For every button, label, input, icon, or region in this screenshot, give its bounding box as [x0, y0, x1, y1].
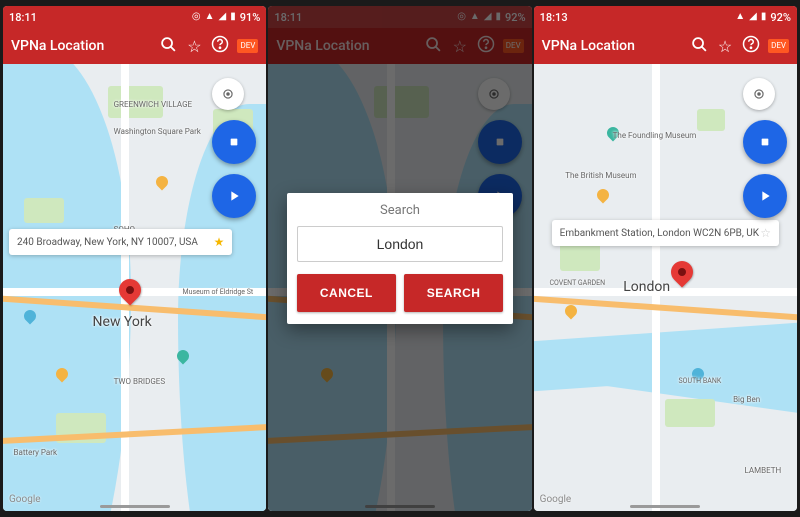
- signal-icon: ◢: [749, 12, 757, 22]
- battery-icon: ▮: [761, 12, 767, 22]
- app-title: VPNa Location: [542, 38, 686, 54]
- stop-button[interactable]: [743, 120, 787, 164]
- status-battery: 92%: [770, 11, 791, 24]
- cancel-button[interactable]: CANCEL: [297, 274, 396, 312]
- map-label: The Foundling Museum: [613, 131, 697, 140]
- search-input[interactable]: [297, 226, 503, 262]
- map-label: Big Ben: [733, 395, 760, 404]
- status-bar: 18:11 ◎ ▲ ◢ ▮ 91%: [3, 6, 266, 28]
- map-label: SOUTH BANK: [678, 377, 721, 385]
- signal-icon: ◢: [219, 12, 227, 22]
- map-label: Battery Park: [14, 448, 57, 457]
- status-bar: 18:13 ▲ ◢ ▮ 92%: [534, 6, 797, 28]
- play-button[interactable]: [212, 174, 256, 218]
- app-bar: VPNa Location ☆ DEV: [534, 28, 797, 64]
- phone-screen-newyork: 18:11 ◎ ▲ ◢ ▮ 91% VPNa Location ☆ DEV: [3, 6, 266, 511]
- my-location-button[interactable]: [212, 78, 244, 110]
- map-pin-icon[interactable]: [666, 256, 697, 287]
- app-title: VPNa Location: [11, 38, 155, 54]
- my-location-button[interactable]: [743, 78, 775, 110]
- address-bubble[interactable]: Embankment Station, London WC2N 6PB, UK …: [552, 220, 779, 246]
- phone-screen-dialog: 18:11 ◎ ▲ ◢ ▮ 92% VPNa Location ☆ DEV: [268, 6, 531, 511]
- address-text: 240 Broadway, New York, NY 10007, USA: [17, 237, 198, 248]
- wifi-icon: ▲: [205, 12, 215, 22]
- search-icon[interactable]: [686, 36, 712, 57]
- star-icon[interactable]: ☆: [760, 226, 771, 240]
- map-view[interactable]: The Foundling Museum The British Museum …: [534, 64, 797, 511]
- map-label: The British Museum: [565, 171, 636, 180]
- status-battery: 91%: [240, 11, 261, 24]
- help-icon[interactable]: [738, 35, 764, 57]
- wifi-icon: ▲: [735, 12, 745, 22]
- status-right: ◎ ▲ ◢ ▮ 91%: [192, 11, 260, 24]
- search-button[interactable]: SEARCH: [404, 274, 503, 312]
- nav-bar: [3, 501, 266, 511]
- city-label: New York: [93, 314, 152, 330]
- map-label: COVENT GARDEN: [549, 279, 605, 287]
- address-text: Embankment Station, London WC2N 6PB, UK: [560, 228, 759, 239]
- dialog-title: Search: [297, 203, 503, 218]
- city-label: London: [623, 279, 670, 295]
- play-button[interactable]: [743, 174, 787, 218]
- dev-badge[interactable]: DEV: [237, 39, 258, 53]
- modal-overlay[interactable]: Search CANCEL SEARCH: [268, 6, 531, 511]
- favorite-icon[interactable]: ☆: [181, 37, 207, 56]
- app-bar: VPNa Location ☆ DEV: [3, 28, 266, 64]
- search-dialog: Search CANCEL SEARCH: [287, 193, 513, 324]
- nav-bar: [534, 501, 797, 511]
- dev-badge[interactable]: DEV: [768, 39, 789, 53]
- favorite-icon[interactable]: ☆: [712, 37, 738, 56]
- status-time: 18:11: [9, 11, 37, 24]
- star-icon[interactable]: ★: [214, 235, 225, 249]
- stop-button[interactable]: [212, 120, 256, 164]
- map-label: LAMBETH: [745, 466, 782, 475]
- phone-screen-london: 18:13 ▲ ◢ ▮ 92% VPNa Location ☆ DEV The: [534, 6, 797, 511]
- map-label: GREENWICH VILLAGE: [114, 100, 192, 109]
- map-label: Museum of Eldridge St: [183, 288, 254, 296]
- battery-icon: ▮: [230, 12, 236, 22]
- status-time: 18:13: [540, 11, 568, 24]
- map-label: Washington Square Park: [114, 127, 201, 136]
- address-bubble[interactable]: 240 Broadway, New York, NY 10007, USA ★: [9, 229, 232, 255]
- help-icon[interactable]: [207, 35, 233, 57]
- search-icon[interactable]: [155, 36, 181, 57]
- map-label: TWO BRIDGES: [114, 377, 166, 386]
- map-view[interactable]: GREENWICH VILLAGE Washington Square Park…: [3, 64, 266, 511]
- location-icon: ◎: [192, 12, 201, 22]
